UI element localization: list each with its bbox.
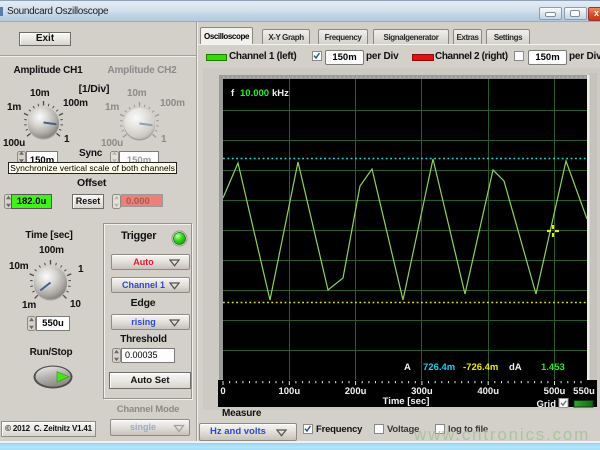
svg-text:1.453: 1.453 (541, 362, 565, 373)
svg-text:100u: 100u (278, 386, 300, 397)
svg-text:-726.4m: -726.4m (463, 362, 498, 373)
svg-text:550u: 550u (573, 386, 595, 397)
svg-text:A: A (404, 362, 411, 373)
svg-text:kHz: kHz (272, 88, 289, 99)
svg-text:10.000: 10.000 (240, 88, 269, 99)
svg-text:0: 0 (220, 386, 225, 397)
svg-text:500u: 500u (544, 386, 566, 397)
svg-text:200u: 200u (345, 386, 367, 397)
svg-text:726.4m: 726.4m (423, 362, 455, 373)
svg-text:dA: dA (509, 362, 522, 373)
svg-text:Grid: Grid (536, 399, 556, 410)
svg-text:400u: 400u (477, 386, 499, 397)
svg-text:Time [sec]: Time [sec] (383, 396, 430, 407)
